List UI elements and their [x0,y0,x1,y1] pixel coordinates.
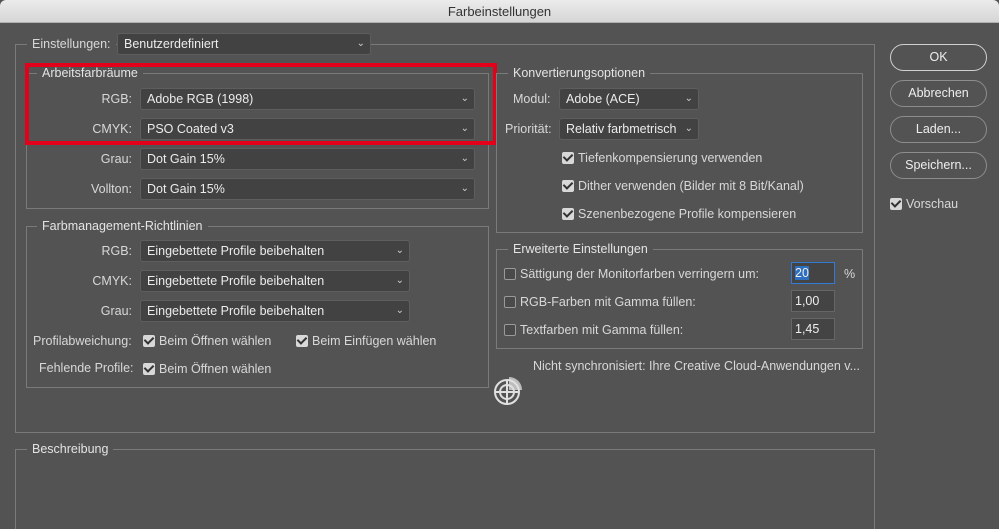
missing-open-checkbox[interactable] [143,363,155,375]
text-gamma-label: Textfarben mit Gamma füllen: [520,319,683,341]
chevron-down-icon: ⌄ [357,34,365,54]
chevron-down-icon: ⌄ [461,149,469,169]
ws-cmyk-label: CMYK: [40,118,132,140]
intent-value: Relativ farbmetrisch [566,122,676,136]
dither-checkbox[interactable] [562,180,574,192]
mismatch-open-checkbox[interactable] [143,335,155,347]
ws-spot-select[interactable]: Dot Gain 15% ⌄ [140,178,475,200]
desaturate-input[interactable]: 20 [791,262,835,284]
text-gamma-input[interactable]: 1,45 [791,318,835,340]
scene-checkbox[interactable] [562,208,574,220]
pol-cmyk-label: CMYK: [40,270,132,292]
mismatch-open-label: Beim Öffnen wählen [159,330,271,352]
chevron-down-icon: ⌄ [461,119,469,139]
desaturate-value: 20 [795,266,809,280]
intent-select[interactable]: Relativ farbmetrisch ⌄ [559,118,699,140]
chevron-down-icon: ⌄ [685,119,693,139]
pol-gray-value: Eingebettete Profile beibehalten [147,304,324,318]
percent-unit: % [844,263,855,285]
description-title: Beschreibung [27,442,113,456]
ws-gray-label: Grau: [40,148,132,170]
ws-cmyk-select[interactable]: PSO Coated v3 ⌄ [140,118,475,140]
engine-value: Adobe (ACE) [566,92,640,106]
pol-cmyk-value: Eingebettete Profile beibehalten [147,274,324,288]
mismatch-paste-label: Beim Einfügen wählen [312,330,436,352]
dither-label: Dither verwenden (Bilder mit 8 Bit/Kanal… [578,175,804,197]
settings-value: Benutzerdefiniert [124,37,219,51]
description-group [15,449,875,529]
sync-icon [493,374,525,406]
desaturate-label: Sättigung der Monitorfarben verringern u… [520,263,759,285]
missing-label: Fehlende Profile: [39,357,134,379]
chevron-down-icon: ⌄ [396,301,404,321]
preview-checkbox[interactable] [890,198,902,210]
load-button[interactable]: Laden... [890,116,987,143]
bpc-checkbox[interactable] [562,152,574,164]
ws-rgb-label: RGB: [40,88,132,110]
settings-select[interactable]: Benutzerdefiniert ⌄ [117,33,371,55]
chevron-down-icon: ⌄ [396,271,404,291]
scene-label: Szenenbezogene Profile kompensieren [578,203,796,225]
pol-gray-select[interactable]: Eingebettete Profile beibehalten ⌄ [140,300,410,322]
ws-cmyk-value: PSO Coated v3 [147,122,234,136]
ok-button[interactable]: OK [890,44,987,71]
settings-label: Einstellungen: [27,33,116,55]
bpc-label: Tiefenkompensierung verwenden [578,147,762,169]
pol-cmyk-select[interactable]: Eingebettete Profile beibehalten ⌄ [140,270,410,292]
ws-rgb-select[interactable]: Adobe RGB (1998) ⌄ [140,88,475,110]
missing-open-label: Beim Öffnen wählen [159,358,271,380]
chevron-down-icon: ⌄ [461,89,469,109]
engine-select[interactable]: Adobe (ACE) ⌄ [559,88,699,110]
rgb-gamma-checkbox[interactable] [504,296,516,308]
cancel-button[interactable]: Abbrechen [890,80,987,107]
chevron-down-icon: ⌄ [685,89,693,109]
ws-rgb-value: Adobe RGB (1998) [147,92,253,106]
pol-rgb-label: RGB: [40,240,132,262]
rgb-gamma-label: RGB-Farben mit Gamma füllen: [520,291,696,313]
advanced-title: Erweiterte Einstellungen [508,242,653,256]
mismatch-paste-checkbox[interactable] [296,335,308,347]
pol-gray-label: Grau: [40,300,132,322]
chevron-down-icon: ⌄ [461,179,469,199]
ws-gray-value: Dot Gain 15% [147,152,225,166]
ws-spot-value: Dot Gain 15% [147,182,225,196]
pol-rgb-value: Eingebettete Profile beibehalten [147,244,324,258]
ws-spot-label: Vollton: [40,178,132,200]
title-bar: Farbeinstellungen [0,0,999,23]
engine-label: Modul: [513,88,551,110]
rgb-gamma-input[interactable]: 1,00 [791,290,835,312]
preview-label: Vorschau [906,193,958,215]
conversion-title: Konvertierungsoptionen [508,66,650,80]
sync-status: Nicht synchronisiert: Ihre Creative Clou… [533,355,860,377]
policies-title: Farbmanagement-Richtlinien [37,219,208,233]
text-gamma-checkbox[interactable] [504,324,516,336]
ws-gray-select[interactable]: Dot Gain 15% ⌄ [140,148,475,170]
mismatch-label: Profilabweichung: [33,330,132,352]
desaturate-checkbox[interactable] [504,268,516,280]
pol-rgb-select[interactable]: Eingebettete Profile beibehalten ⌄ [140,240,410,262]
save-button[interactable]: Speichern... [890,152,987,179]
intent-label: Priorität: [505,118,552,140]
chevron-down-icon: ⌄ [396,241,404,261]
